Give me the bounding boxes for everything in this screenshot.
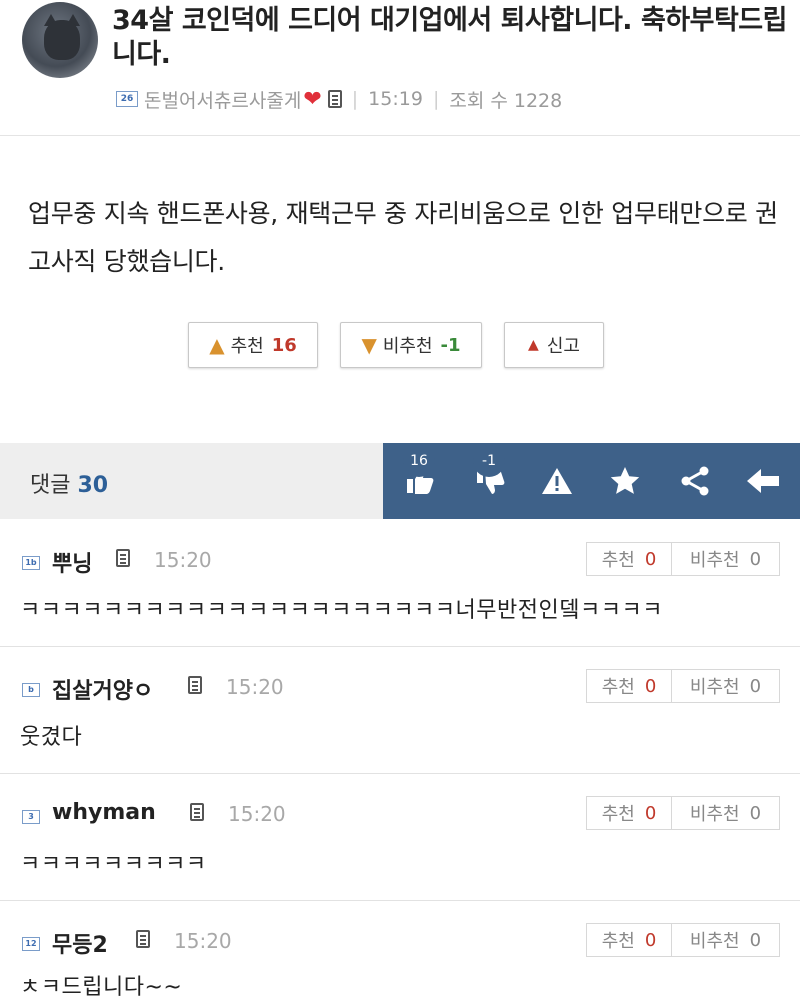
- comment-downvote-button[interactable]: 비추천 0: [672, 797, 779, 829]
- dislike-badge: -1: [473, 445, 505, 477]
- downvote-button[interactable]: ▼ 비추천 -1: [340, 322, 482, 368]
- comment-author[interactable]: whyman: [52, 800, 156, 825]
- comment-downvote-count: 0: [749, 929, 762, 951]
- comment-label-text: 댓글: [30, 473, 71, 498]
- comment-text: ㅊㅋ드립니다~~: [20, 975, 183, 1000]
- comment-upvote-count: 0: [644, 802, 657, 824]
- comment-vote-box: 추천 0 비추천 0: [586, 796, 780, 830]
- comment-author[interactable]: 집살거양ㅇ: [52, 673, 153, 705]
- meta-divider: |: [432, 88, 440, 110]
- post-views: 조회 수 1228: [449, 89, 563, 112]
- comment-text: ㅋㅋㅋㅋㅋㅋㅋㅋㅋ: [20, 852, 207, 877]
- heart-icon: ❤: [303, 86, 322, 112]
- meta-divider: |: [351, 88, 359, 110]
- comment-upvote-button[interactable]: 추천 0: [587, 924, 672, 956]
- memo-icon[interactable]: [116, 549, 130, 567]
- post-body: 업무중 지속 핸드폰사용, 재택근무 중 자리비움으로 인한 업무태만으로 권고…: [28, 199, 778, 276]
- comment-vote-box: 추천 0 비추천 0: [586, 542, 780, 576]
- favorite-action[interactable]: [605, 461, 645, 501]
- author-avatar[interactable]: [22, 2, 98, 78]
- post-title: 34살 코인덕에 드디어 대기업에서 퇴사합니다. 축하부탁드립니다.: [112, 5, 788, 70]
- back-arrow-icon: [747, 469, 779, 493]
- comment-downvote-button[interactable]: 비추천 0: [672, 670, 779, 702]
- author-level-badge: 26: [116, 91, 138, 107]
- downvote-label: 비추천: [382, 336, 433, 357]
- comment-level-badge: 12: [22, 937, 40, 951]
- comment-upvote-count: 0: [644, 548, 657, 570]
- thumbs-up-icon: ▲: [209, 333, 225, 357]
- comment-level-badge: b: [22, 683, 40, 697]
- comment-time: 15:20: [154, 548, 212, 572]
- comment-text: 웃겼다: [20, 725, 83, 750]
- vote-row: ▲ 추천 16 ▼ 비추천 -1 ▲ 신고: [188, 322, 604, 368]
- comment-item: b 집살거양ㅇ 15:20 추천 0 비추천 0 웃겼다: [0, 647, 800, 774]
- like-badge: 16: [403, 445, 435, 477]
- memo-icon[interactable]: [190, 803, 204, 821]
- warning-icon: [542, 468, 572, 494]
- comment-downvote-label: 비추천: [689, 931, 740, 952]
- comment-upvote-label: 추천: [601, 550, 635, 571]
- comment-time: 15:20: [226, 675, 284, 699]
- comment-item: 3 whyman 15:20 추천 0 비추천 0 ㅋㅋㅋㅋㅋㅋㅋㅋㅋ: [0, 774, 800, 901]
- downvote-count: -1: [440, 334, 461, 356]
- post-meta: 26 돈벌어서츄르사줄게 ❤ | 15:19 | 조회 수 1228: [116, 84, 562, 114]
- comment-downvote-count: 0: [749, 802, 762, 824]
- comment-bar: 댓글 30 16 -1: [0, 443, 800, 519]
- comment-author[interactable]: 뿌닝: [52, 546, 92, 578]
- comment-time: 15:20: [228, 802, 286, 826]
- comment-upvote-label: 추천: [601, 804, 635, 825]
- memo-icon[interactable]: [327, 90, 342, 108]
- comment-upvote-button[interactable]: 추천 0: [587, 543, 672, 575]
- author-name[interactable]: 돈벌어서츄르사줄게: [144, 86, 301, 113]
- comment-upvote-button[interactable]: 추천 0: [587, 670, 672, 702]
- comment-author[interactable]: 무등2: [52, 927, 108, 959]
- post-header: 34살 코인덕에 드디어 대기업에서 퇴사합니다. 축하부탁드립니다. 26 돈…: [0, 0, 800, 136]
- comment-downvote-count: 0: [749, 675, 762, 697]
- comment-downvote-label: 비추천: [689, 550, 740, 571]
- siren-icon: ▲: [528, 337, 539, 353]
- post-time: 15:19: [368, 88, 423, 110]
- comment-upvote-button[interactable]: 추천 0: [587, 797, 672, 829]
- comment-count: 30: [77, 473, 109, 498]
- comment-downvote-label: 비추천: [689, 677, 740, 698]
- dislike-action[interactable]: -1: [469, 445, 509, 501]
- share-icon: [681, 466, 709, 496]
- upvote-button[interactable]: ▲ 추천 16: [188, 322, 318, 368]
- comment-upvote-count: 0: [644, 675, 657, 697]
- share-action[interactable]: [675, 461, 715, 501]
- back-action[interactable]: [743, 461, 783, 501]
- report-action[interactable]: [537, 461, 577, 501]
- comment-count-label: 댓글 30: [30, 467, 108, 499]
- report-button[interactable]: ▲ 신고: [504, 322, 604, 368]
- action-panel: 16 -1: [383, 443, 800, 519]
- like-action[interactable]: 16: [399, 445, 439, 501]
- comment-upvote-count: 0: [644, 929, 657, 951]
- comment-level-badge: 1b: [22, 556, 40, 570]
- report-label: 신고: [546, 336, 580, 357]
- memo-icon[interactable]: [188, 676, 202, 694]
- upvote-label: 추천: [230, 336, 264, 357]
- comment-vote-box: 추천 0 비추천 0: [586, 669, 780, 703]
- comment-upvote-label: 추천: [601, 677, 635, 698]
- upvote-count: 16: [271, 334, 297, 356]
- comment-downvote-button[interactable]: 비추천 0: [672, 924, 779, 956]
- comment-item: 1b 뿌닝 15:20 추천 0 비추천 0 ㅋㅋㅋㅋㅋㅋㅋㅋㅋㅋㅋㅋㅋㅋㅋㅋㅋ…: [0, 520, 800, 647]
- comment-downvote-count: 0: [749, 548, 762, 570]
- star-icon: [610, 467, 640, 494]
- memo-icon[interactable]: [136, 930, 150, 948]
- comment-item: 12 무등2 15:20 추천 0 비추천 0 ㅊㅋ드립니다~~: [0, 901, 800, 1006]
- comment-text: ㅋㅋㅋㅋㅋㅋㅋㅋㅋㅋㅋㅋㅋㅋㅋㅋㅋㅋㅋㅋㅋ너무반전인뎈ㅋㅋㅋㅋ: [20, 598, 663, 623]
- thumbs-down-icon: ▼: [361, 333, 377, 357]
- comment-downvote-label: 비추천: [689, 804, 740, 825]
- comment-upvote-label: 추천: [601, 931, 635, 952]
- comment-downvote-button[interactable]: 비추천 0: [672, 543, 779, 575]
- comment-level-badge: 3: [22, 810, 40, 824]
- comment-vote-box: 추천 0 비추천 0: [586, 923, 780, 957]
- comment-time: 15:20: [174, 929, 232, 953]
